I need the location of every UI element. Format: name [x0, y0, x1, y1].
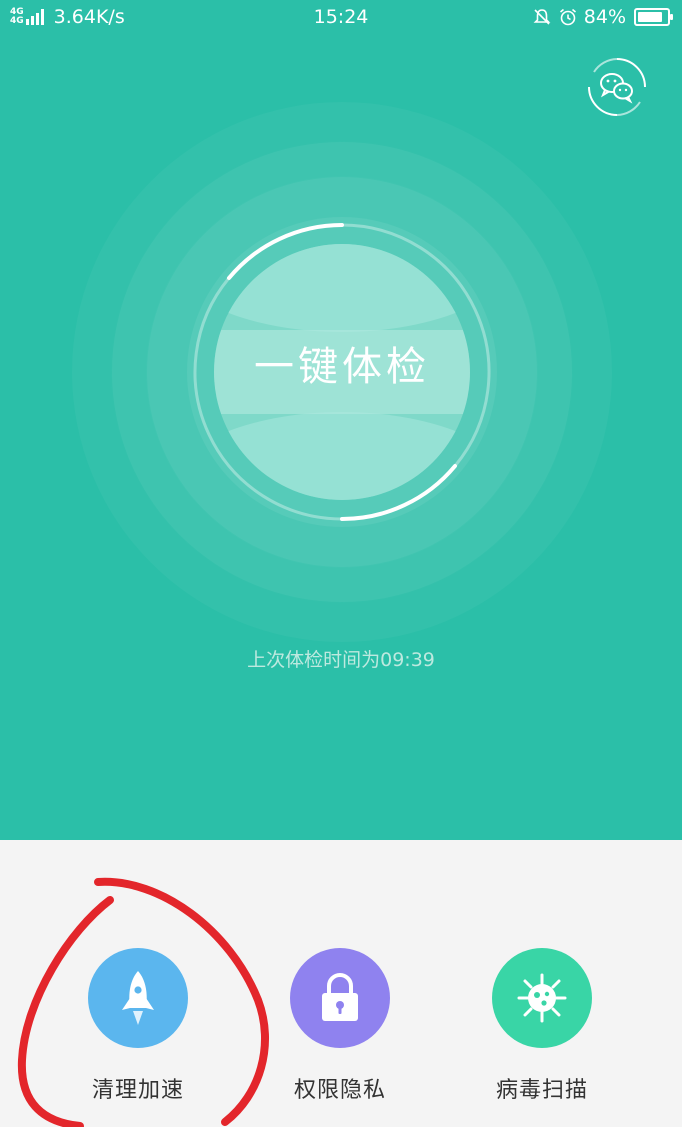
feature-label: 清理加速	[91, 1078, 184, 1103]
lock-icon	[322, 973, 358, 1021]
virus-icon	[517, 973, 567, 1023]
feature-label: 病毒扫描	[495, 1078, 588, 1103]
battery-fill	[638, 12, 662, 22]
feature-clean-speedup[interactable]: 清理加速	[58, 948, 218, 1104]
status-bar: 4G 4G 3.64K/s 15:24 84%	[0, 0, 682, 36]
feature-icon-bg	[290, 948, 390, 1048]
mute-bell-icon	[533, 9, 551, 25]
status-right: 84%	[532, 6, 673, 28]
feature-label: 权限隐私	[293, 1078, 386, 1103]
feature-permission-privacy[interactable]: 权限隐私	[260, 948, 420, 1104]
feature-virus-scan[interactable]: 病毒扫描	[462, 948, 622, 1104]
rocket-icon	[122, 971, 154, 1025]
one-tap-check-button[interactable]: 一键体检	[214, 334, 470, 392]
alarm-icon	[559, 8, 576, 26]
battery-percent: 84%	[583, 6, 626, 28]
feature-icon-bg	[88, 948, 188, 1048]
battery-icon	[634, 8, 673, 26]
feature-icon-bg	[492, 948, 592, 1048]
feature-panel: 清理加速 权限隐私 病毒扫描	[0, 840, 682, 1127]
last-check-time: 上次体检时间为09:39	[247, 649, 435, 671]
